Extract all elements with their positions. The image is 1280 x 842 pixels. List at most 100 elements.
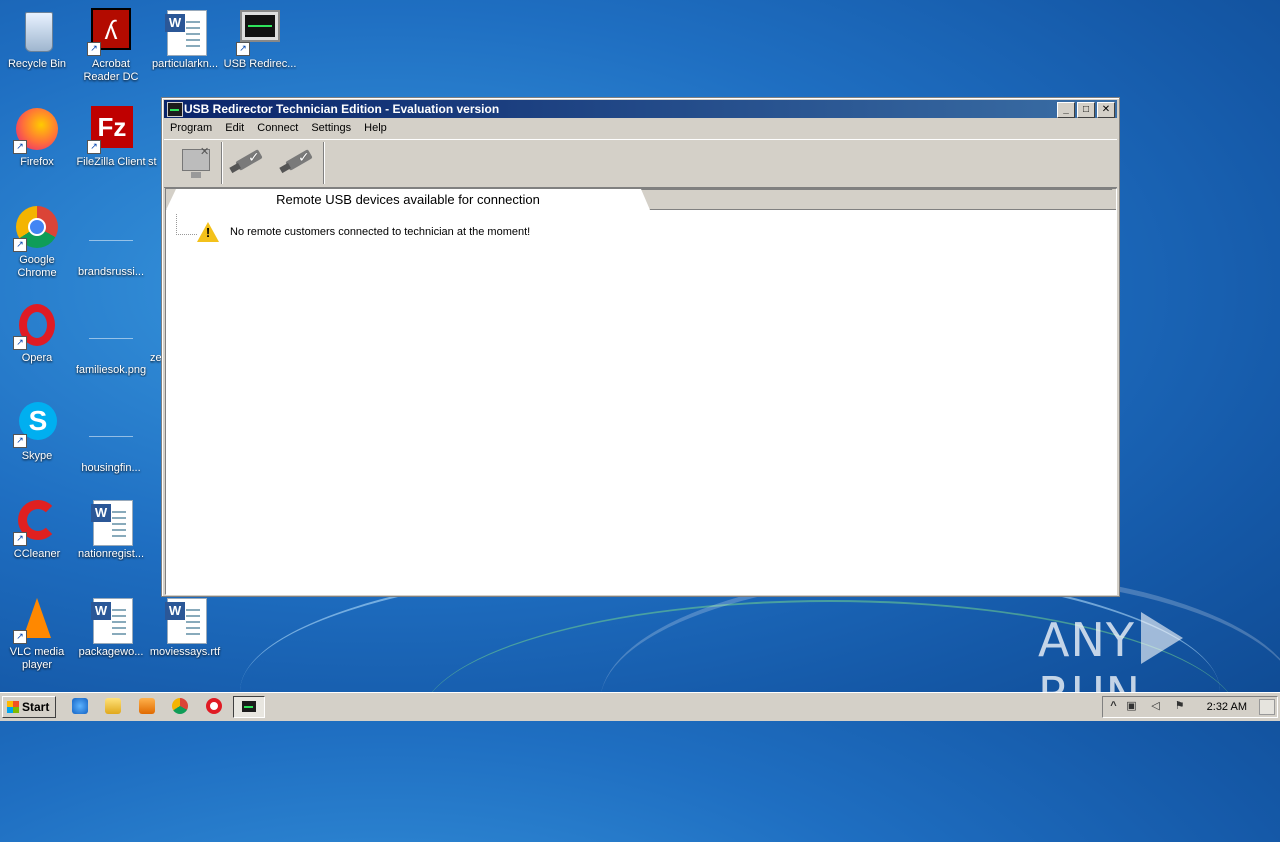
word-document-icon: W: [87, 498, 135, 546]
blank-file-icon: [87, 216, 135, 264]
media-player-icon[interactable]: [139, 698, 155, 714]
desktop-icon-label: moviessays.rtf: [149, 646, 221, 658]
file-explorer-icon[interactable]: [105, 698, 121, 714]
shortcut-arrow-icon: ↗: [13, 140, 27, 154]
maximize-button[interactable]: □: [1077, 102, 1095, 118]
word-document-icon: W: [161, 8, 209, 56]
desktop-icon-label: Skype: [21, 450, 53, 462]
skype-icon: S ↗: [13, 400, 61, 448]
desktop-icon-opera[interactable]: ↗ Opera: [0, 302, 74, 365]
desktop-icon-label: VLC media player: [9, 646, 65, 671]
tree-connector: [176, 214, 197, 235]
tab-strip: Remote USB devices available for connect…: [166, 189, 1116, 210]
desktop-icon-familiesok[interactable]: familiesok.png: [74, 302, 148, 377]
desktop-icon-brandsrussi[interactable]: brandsrussi...: [74, 204, 148, 279]
usb-redirector-icon: ↗: [236, 8, 284, 56]
check-icon: ✓: [248, 149, 260, 165]
action-center-flag-icon[interactable]: ⚑: [1173, 700, 1186, 713]
minimize-button[interactable]: _: [1057, 102, 1075, 118]
shortcut-arrow-icon: ↗: [13, 434, 27, 448]
menu-help[interactable]: Help: [360, 119, 391, 138]
toolbar-separator: [221, 142, 222, 184]
opera-icon: ↗: [13, 302, 61, 350]
toolbar-separator: [323, 142, 324, 184]
desktop-icon-st[interactable]: st: [148, 106, 162, 169]
desktop-icon-recycle-bin[interactable]: Recycle Bin: [0, 8, 74, 71]
desktop-icon-firefox[interactable]: ↗ Firefox: [0, 106, 74, 169]
ccleaner-icon: ↗: [13, 498, 61, 546]
filezilla-icon: Fz ↗: [87, 106, 135, 154]
desktop-icon-label: familiesok.png: [75, 364, 147, 376]
desktop-icon-label: Acrobat Reader DC: [83, 58, 139, 83]
vlc-cone-icon: ↗: [13, 596, 61, 644]
desktop-icon-usb-redirector[interactable]: ↗ USB Redirec...: [223, 8, 297, 71]
usb-redirector-app-icon: [242, 701, 256, 712]
start-button[interactable]: Start: [2, 696, 56, 718]
desktop-icon-skype[interactable]: S ↗ Skype: [0, 400, 74, 463]
status-message: No remote customers connected to technic…: [230, 226, 531, 238]
shortcut-arrow-icon: ↗: [87, 42, 101, 56]
tab-remote-usb-devices[interactable]: Remote USB devices available for connect…: [166, 189, 650, 210]
desktop-icon-acrobat[interactable]: ʎ ↗ Acrobat Reader DC: [74, 8, 148, 84]
desktop-icon-label: USB Redirec...: [223, 58, 297, 70]
desktop-icon-label: Firefox: [20, 156, 54, 168]
taskbar: Start ^ ▣ ◁ ⚑ 2:32 AM: [0, 692, 1280, 721]
desktop-icon-filezilla[interactable]: Fz ↗ FileZilla Client: [74, 106, 148, 169]
recycle-bin-icon: [13, 8, 61, 56]
warning-exclamation: !: [205, 225, 211, 240]
menu-connect[interactable]: Connect: [253, 119, 302, 138]
desktop-icon-label: Opera: [21, 352, 53, 364]
shortcut-arrow-icon: ↗: [13, 238, 27, 252]
chrome-taskbar-icon[interactable]: [172, 698, 188, 714]
desktop-icon-label: packagewo...: [78, 646, 144, 658]
desktop-icon-label: Google Chrome: [17, 254, 57, 279]
opera-taskbar-icon[interactable]: [206, 698, 222, 714]
check-icon: ✓: [298, 149, 310, 165]
window-titlebar[interactable]: USB Redirector Technician Edition - Eval…: [164, 100, 1117, 118]
shortcut-arrow-icon: ↗: [87, 140, 101, 154]
windows-logo-icon: [7, 701, 19, 713]
disconnect-device-button[interactable]: ✓: [274, 143, 322, 183]
usb-redirector-app-icon: [167, 102, 183, 117]
desktop-icon-packagewo[interactable]: W packagewo...: [74, 596, 148, 659]
menu-settings[interactable]: Settings: [307, 119, 355, 138]
blank-file-icon: [87, 314, 135, 362]
usb-redirector-window: USB Redirector Technician Edition - Eval…: [161, 97, 1120, 597]
desktop-icon-housingfin[interactable]: housingfin...: [74, 400, 148, 475]
disconnect-button[interactable]: ✕: [170, 143, 218, 183]
desktop-icon-google-chrome[interactable]: ↗ Google Chrome: [0, 204, 74, 280]
volume-icon[interactable]: ◁: [1149, 700, 1162, 713]
desktop-icon-particularkn[interactable]: W particularkn...: [148, 8, 222, 71]
system-tray: ^ ▣ ◁ ⚑ 2:32 AM: [1102, 696, 1278, 718]
taskbar-usb-redirector-button[interactable]: [233, 696, 265, 718]
desktop-icon-moviessays[interactable]: W moviessays.rtf: [148, 596, 222, 659]
acrobat-icon: ʎ ↗: [87, 8, 135, 56]
desktop-icon-vlc[interactable]: ↗ VLC media player: [0, 596, 74, 672]
taskbar-clock[interactable]: 2:32 AM: [1207, 697, 1247, 717]
word-document-icon: W: [87, 596, 135, 644]
shortcut-arrow-icon: ↗: [13, 532, 27, 546]
network-icon[interactable]: ▣: [1125, 700, 1138, 713]
connect-device-button[interactable]: ✓: [224, 143, 272, 183]
menu-program[interactable]: Program: [166, 119, 216, 138]
desktop-icon-nationregist[interactable]: W nationregist...: [74, 498, 148, 561]
shortcut-arrow-icon: ↗: [236, 42, 250, 56]
desktop-icon-label: particularkn...: [151, 58, 219, 70]
window-title: USB Redirector Technician Edition - Eval…: [184, 102, 500, 116]
menu-bar: Program Edit Connect Settings Help: [164, 119, 1117, 138]
tab-inactive[interactable]: [640, 189, 1116, 208]
tray-expand-icon[interactable]: ^: [1107, 700, 1120, 713]
desktop-icon-ccleaner[interactable]: ↗ CCleaner: [0, 498, 74, 561]
show-desktop-button[interactable]: [1259, 699, 1275, 715]
desktop-icon-label: FileZilla Client: [76, 156, 146, 168]
desktop-icon-label: CCleaner: [13, 548, 61, 560]
play-icon: [1140, 612, 1183, 664]
toolbar: ✕ ✓ ✓: [164, 139, 1117, 188]
close-button[interactable]: ✕: [1097, 102, 1115, 118]
internet-explorer-icon[interactable]: [72, 698, 88, 714]
desktop-icon-label: st: [148, 156, 157, 168]
menu-edit[interactable]: Edit: [221, 119, 248, 138]
window-controls: _ □ ✕: [1055, 102, 1115, 120]
shortcut-arrow-icon: ↗: [13, 336, 27, 350]
x-icon: ✕: [200, 146, 210, 158]
